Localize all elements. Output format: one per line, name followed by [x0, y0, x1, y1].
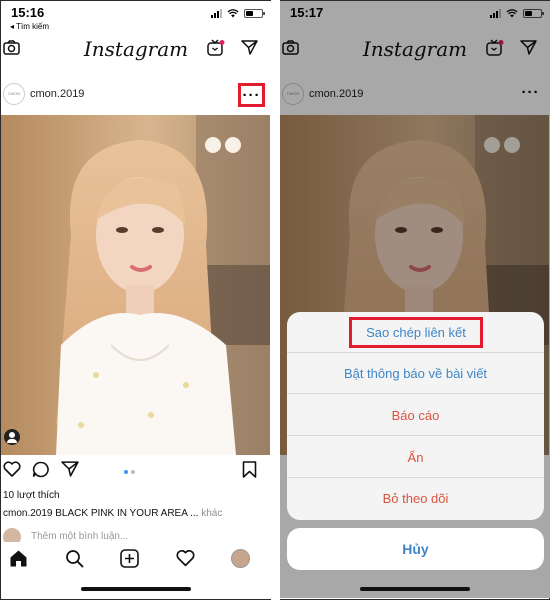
battery-icon — [244, 9, 265, 18]
instagram-logo: Instagram — [83, 37, 189, 61]
search-icon[interactable] — [65, 549, 84, 568]
sheet-item-turn-on-notifications[interactable]: Bật thông báo về bài viết — [287, 353, 544, 394]
cellular-signal-icon — [211, 9, 222, 18]
comment-icon[interactable] — [32, 461, 50, 478]
tagged-people-icon[interactable] — [4, 429, 20, 445]
caption-username[interactable]: cmon.2019 — [3, 508, 52, 519]
avatar[interactable]: CMON — [3, 83, 25, 105]
sheet-item-copy-link[interactable]: Sao chép liên kết — [287, 312, 544, 353]
activity-icon[interactable] — [176, 549, 195, 567]
home-indicator — [360, 587, 470, 591]
top-nav: Instagram — [1, 35, 271, 65]
status-icons — [211, 9, 265, 18]
add-comment-row[interactable]: Thêm một bình luận... — [3, 528, 271, 546]
copy-link-label: Sao chép liên kết — [349, 317, 483, 348]
post-photo-image — [1, 115, 270, 455]
post-header: CMON cmon.2019 ··· — [1, 76, 271, 116]
comment-placeholder[interactable]: Thêm một bình luận... — [31, 531, 128, 542]
right-screen: 15:17 Instagram CMON cmon.2019 ··· Sao c… — [280, 1, 550, 598]
post-username[interactable]: cmon.2019 — [30, 88, 84, 100]
caption-more-link[interactable]: khác — [198, 508, 222, 519]
cancel-button[interactable]: Hủy — [287, 528, 544, 570]
back-to-search-link[interactable]: ◂ Tìm kiếm — [10, 22, 49, 31]
carousel-indicator — [124, 470, 135, 474]
sheet-item-hide[interactable]: Ẩn — [287, 437, 544, 478]
status-bar: 15:16 ◂ Tìm kiếm — [1, 1, 271, 35]
left-screen: 15:16 ◂ Tìm kiếm Instagram CMON cmon.201… — [1, 1, 271, 598]
direct-message-icon[interactable] — [241, 40, 258, 55]
post-caption: cmon.2019 BLACK PINK IN YOUR AREA ... kh… — [3, 508, 222, 519]
status-time: 15:16 — [11, 5, 45, 20]
home-indicator — [81, 587, 191, 591]
bookmark-icon[interactable] — [242, 461, 257, 478]
caption-text: BLACK PINK IN YOUR AREA ... — [52, 508, 199, 519]
like-count[interactable]: 10 lượt thích — [3, 490, 60, 501]
panel-divider — [271, 0, 280, 600]
share-icon[interactable] — [61, 461, 79, 477]
new-post-icon[interactable] — [120, 549, 139, 568]
like-heart-icon[interactable] — [3, 461, 21, 477]
home-icon[interactable] — [9, 549, 28, 568]
action-sheet: Sao chép liên kết Bật thông báo về bài v… — [287, 312, 544, 520]
sheet-item-report[interactable]: Báo cáo — [287, 395, 544, 436]
igtv-icon[interactable] — [207, 39, 225, 57]
wifi-icon — [227, 9, 239, 18]
post-photo[interactable] — [1, 115, 270, 455]
post-actions — [1, 461, 271, 485]
more-options-button[interactable]: ··· — [238, 83, 265, 107]
sheet-item-unfollow[interactable]: Bỏ theo dõi — [287, 478, 544, 519]
profile-icon[interactable] — [231, 549, 250, 568]
